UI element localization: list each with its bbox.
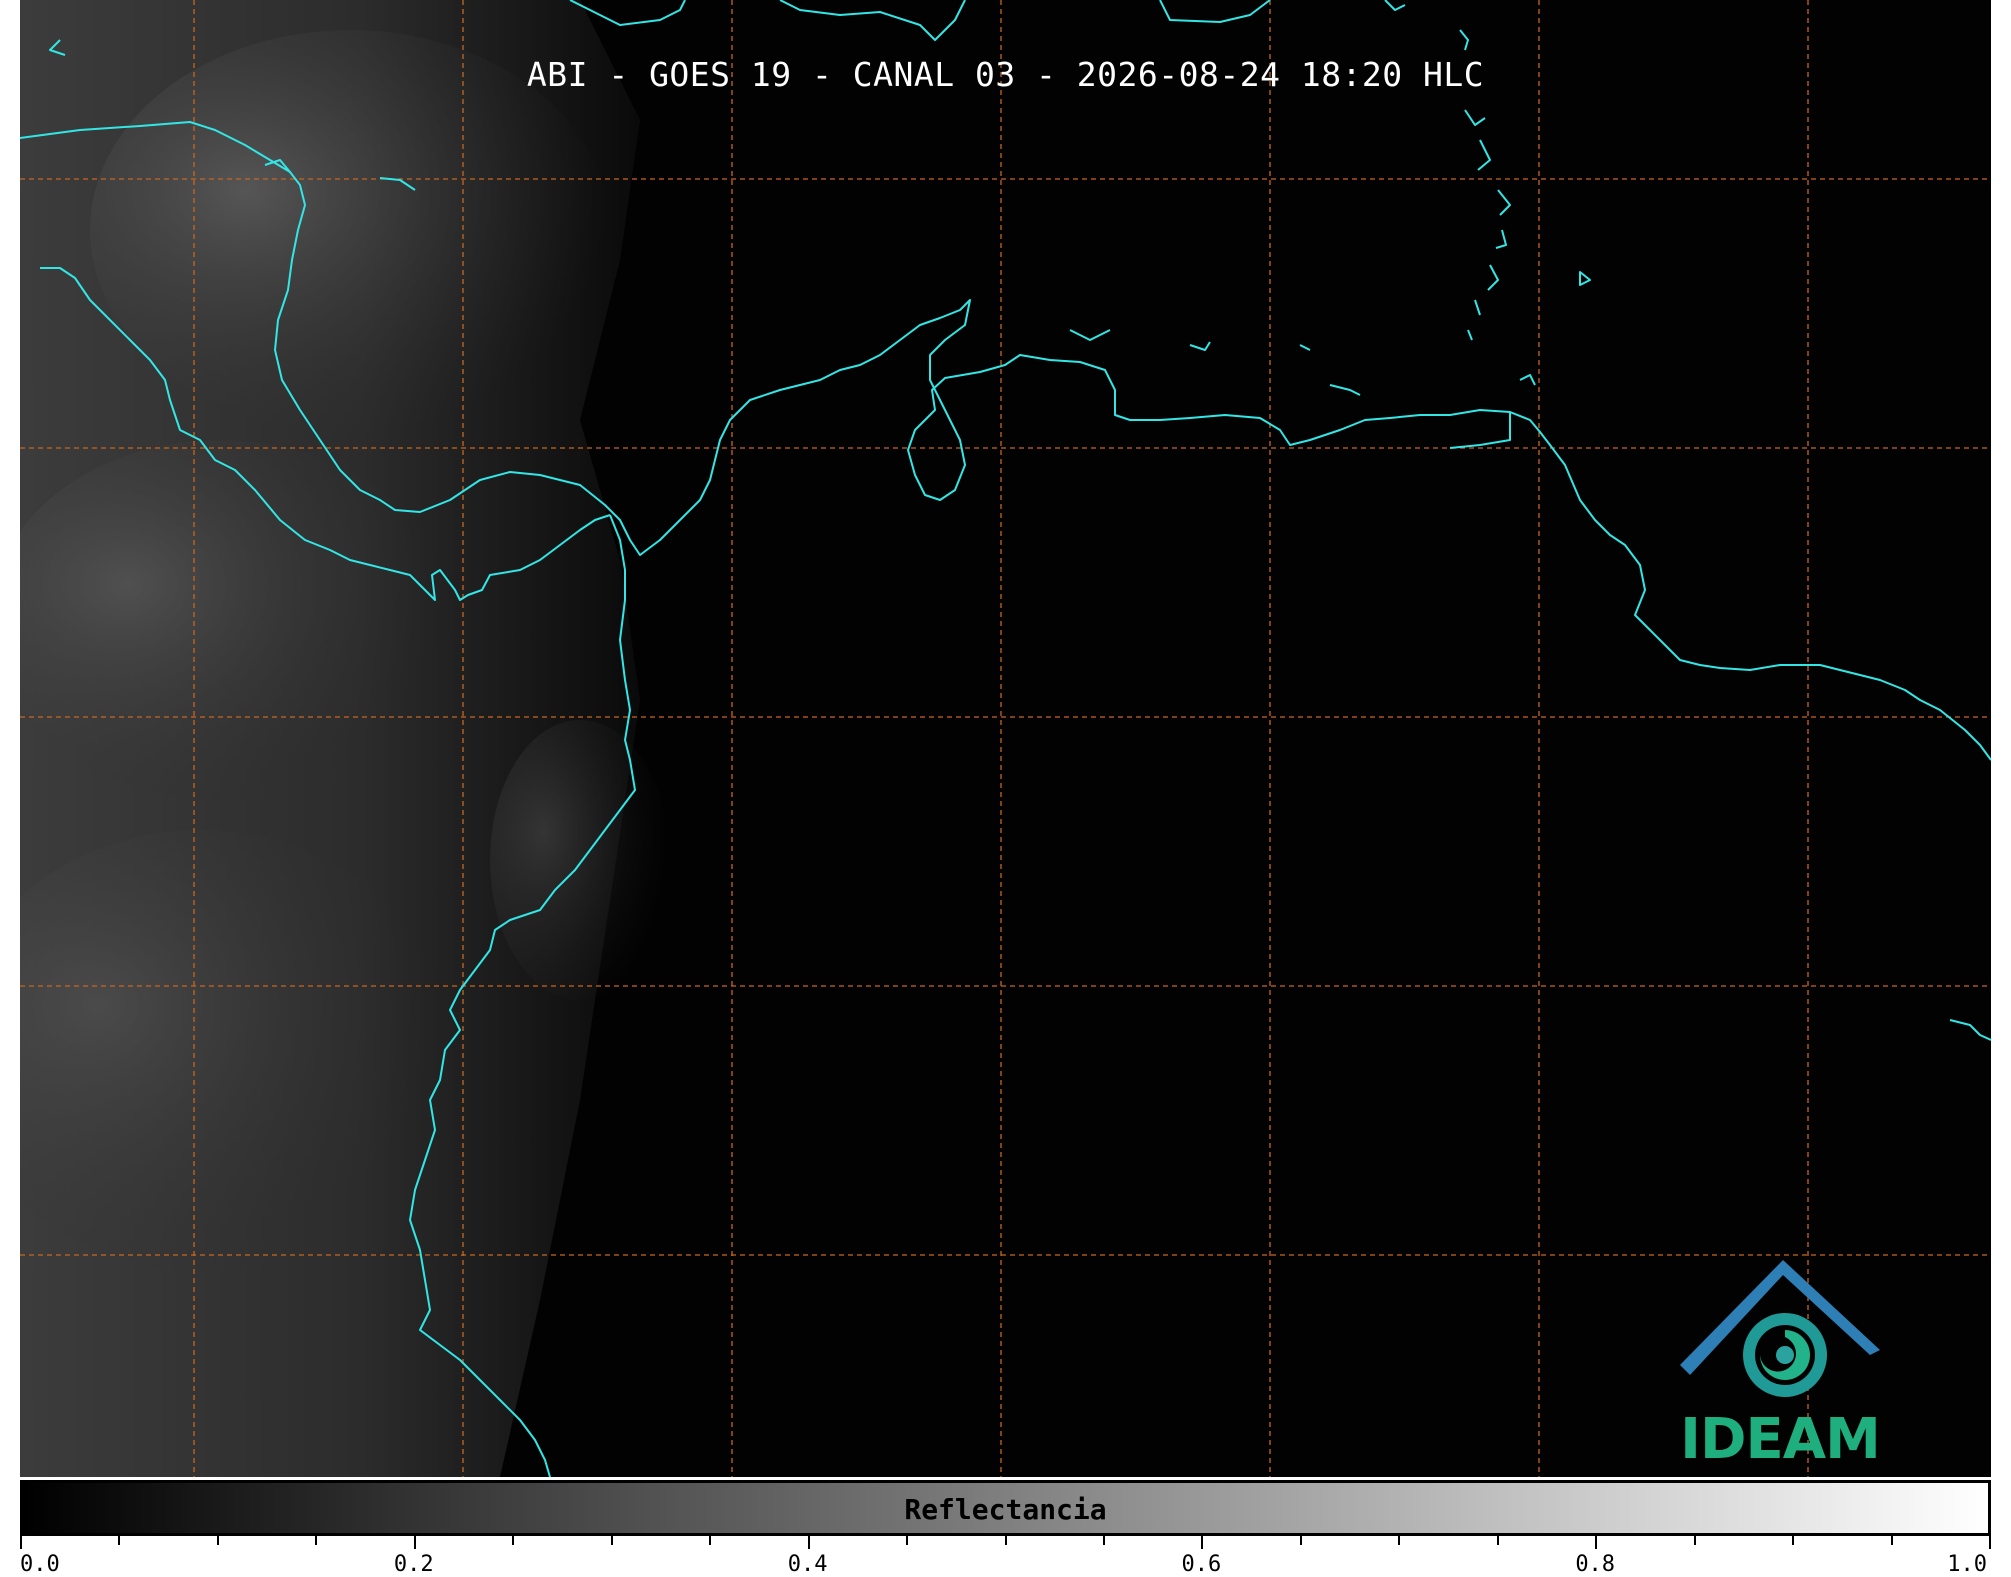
colorbar-tick-label: 0.4	[787, 1552, 828, 1577]
colorbar-minor-tick	[118, 1536, 121, 1545]
image-title: ABI - GOES 19 - CANAL 03 - 2026-08-24 18…	[526, 55, 1485, 94]
colorbar-tick-label: 1.0	[1947, 1552, 1987, 1577]
colorbar-minor-tick	[906, 1536, 909, 1545]
colorbar-major-tick	[413, 1536, 416, 1549]
ideam-emblem-icon	[1680, 1260, 1880, 1397]
coast-venezuela-east	[1509, 411, 1991, 761]
colorbar: Reflectancia	[20, 1480, 1991, 1536]
colorbar-minor-tick	[1398, 1536, 1401, 1545]
colorbar-minor-tick	[1496, 1536, 1499, 1545]
satellite-image-panel: ABI - GOES 19 - CANAL 03 - 2026-08-24 18…	[20, 0, 1991, 1477]
logo-text: IDEAM	[1680, 1407, 1881, 1472]
colorbar-major-tick	[1201, 1536, 1204, 1549]
colorbar-label: Reflectancia	[904, 1493, 1107, 1526]
cloud-cluster-coast	[490, 720, 670, 1000]
colorbar-tick-label: 0.0	[20, 1552, 60, 1577]
colorbar-major-tick	[807, 1536, 810, 1549]
colorbar-minor-tick	[1004, 1536, 1007, 1545]
colorbar-minor-tick	[1102, 1536, 1105, 1545]
colorbar-minor-tick	[1299, 1536, 1302, 1545]
ideam-logo: IDEAM	[1660, 1250, 1900, 1475]
colorbar-minor-tick	[1792, 1536, 1795, 1545]
colorbar-major-tick	[20, 1536, 22, 1549]
colorbar-major-tick	[1595, 1536, 1598, 1549]
colorbar-tick-label: 0.8	[1575, 1552, 1616, 1577]
colorbar-major-tick	[1989, 1536, 1991, 1549]
colorbar-minor-tick	[315, 1536, 318, 1545]
coast-guyana	[1949, 1019, 1991, 1041]
colorbar-tick-label: 0.6	[1181, 1552, 1222, 1577]
colorbar-minor-tick	[512, 1536, 515, 1545]
colorbar-minor-tick	[1693, 1536, 1696, 1545]
colorbar-minor-tick	[1890, 1536, 1893, 1545]
colorbar-minor-tick	[709, 1536, 712, 1545]
coast-north-islands	[569, 0, 1406, 41]
colorbar-ticks: 0.0 0.2 0.4 0.6 0.8 1.0	[20, 1536, 1991, 1577]
colorbar-minor-tick	[216, 1536, 219, 1545]
colorbar-tick-label: 0.2	[393, 1552, 434, 1577]
colorbar-minor-tick	[610, 1536, 613, 1545]
